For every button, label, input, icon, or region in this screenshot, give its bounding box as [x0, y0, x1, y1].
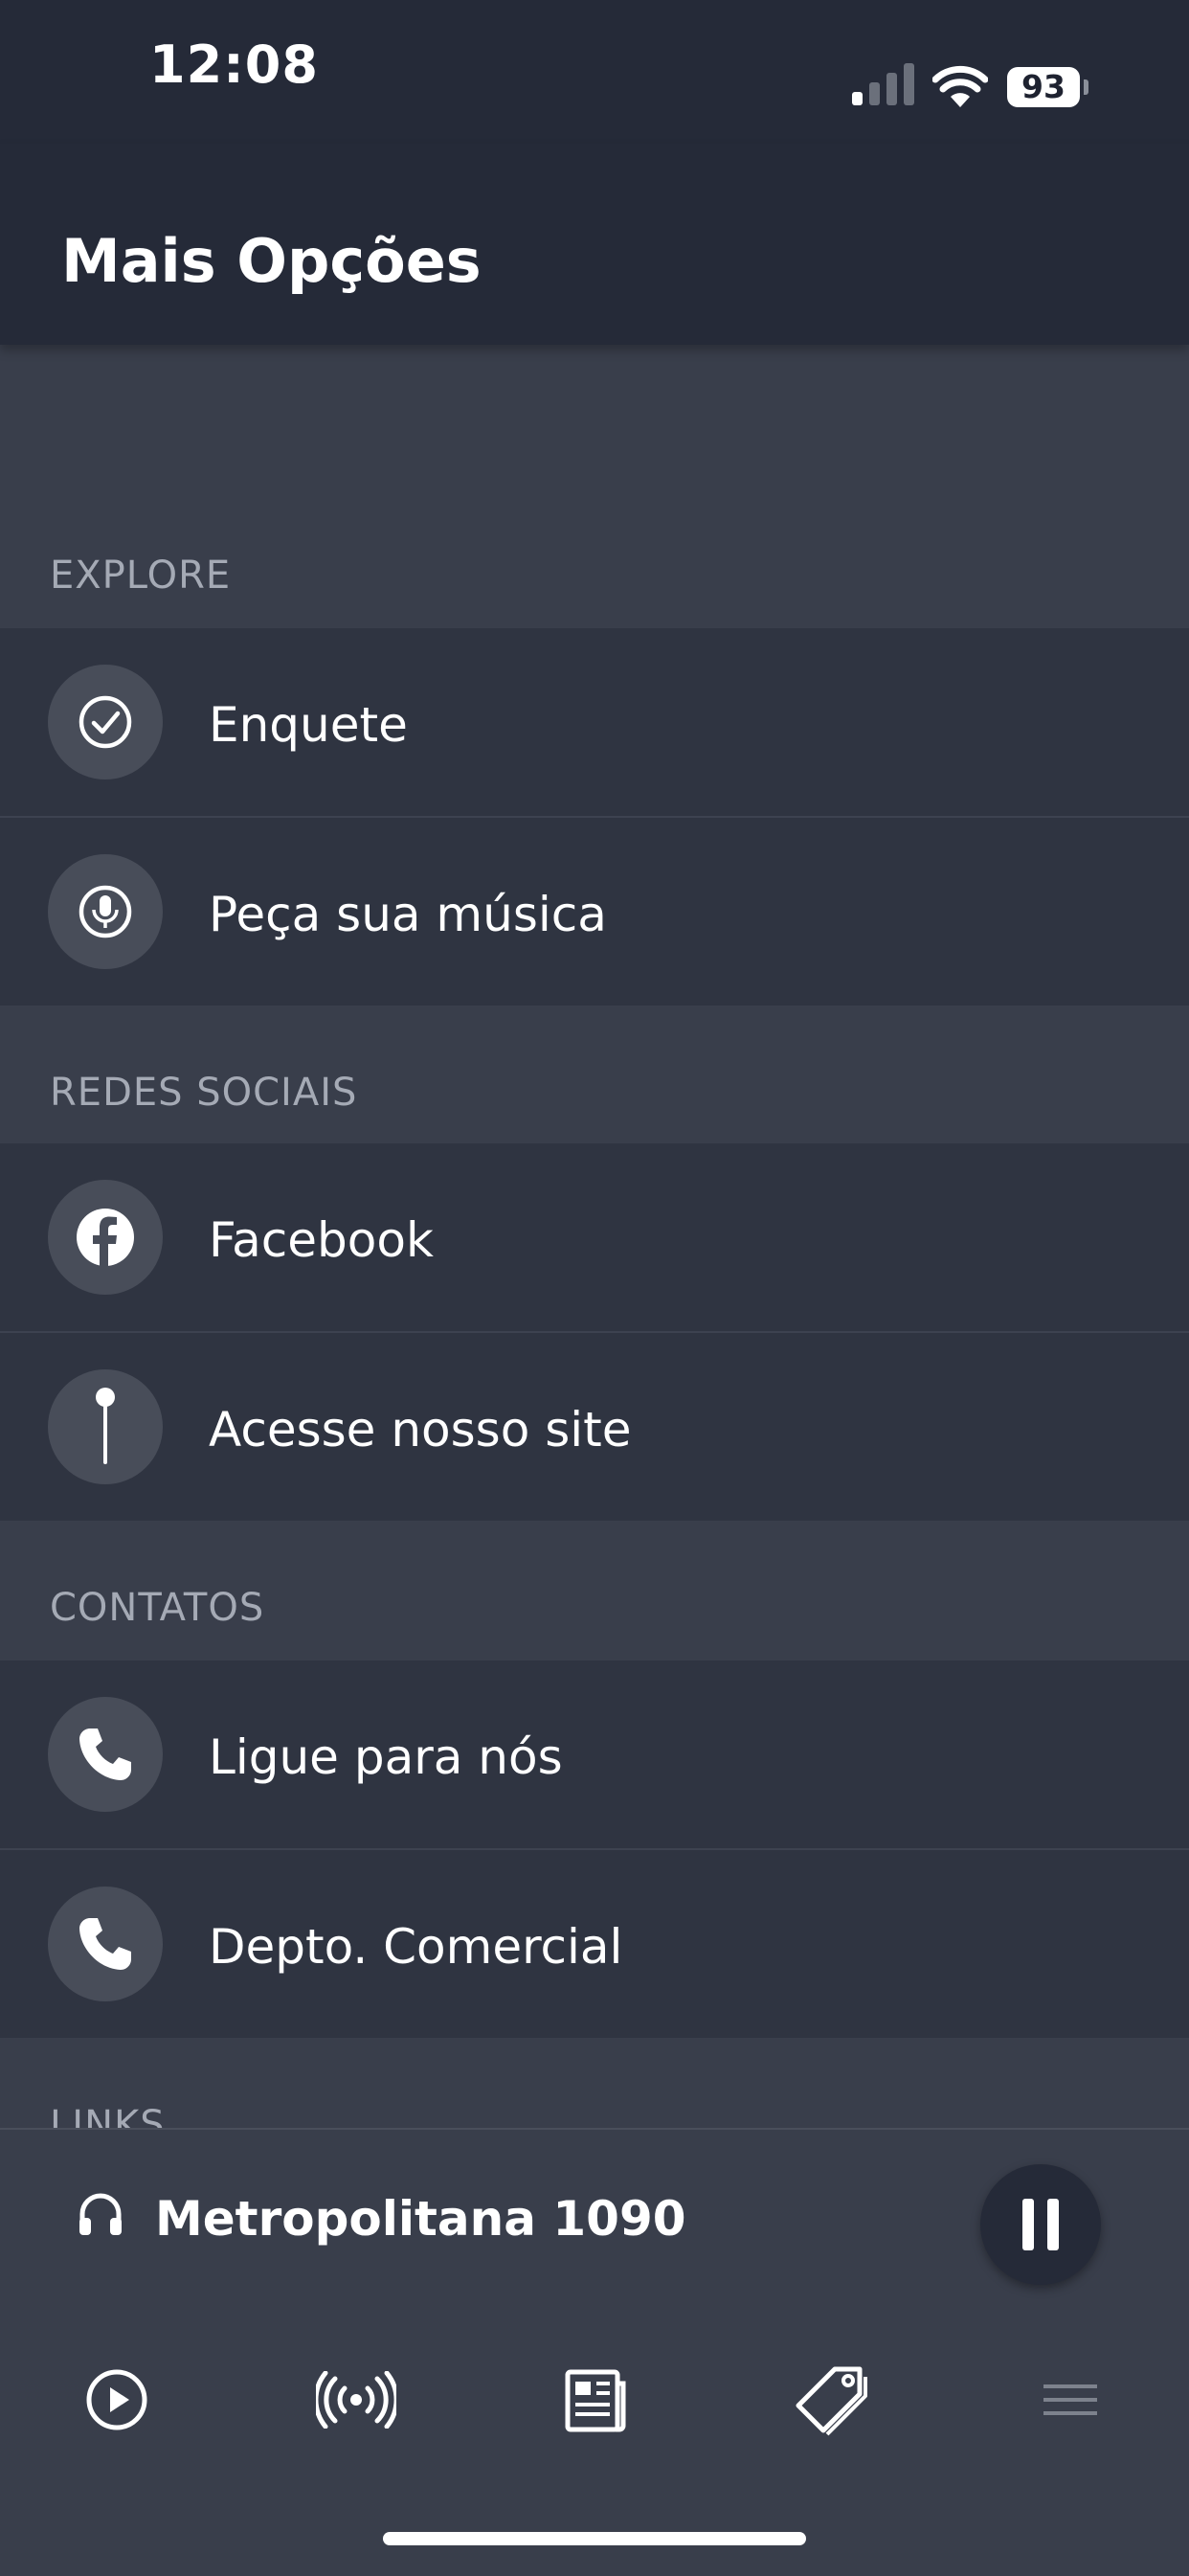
news-icon: [565, 2369, 626, 2432]
pause-icon: [1022, 2199, 1034, 2250]
check-circle-icon: [79, 695, 132, 749]
phone-icon: [79, 1918, 131, 1970]
battery-level: 93: [1007, 67, 1080, 107]
section-label-explore: EXPLORE: [50, 554, 232, 598]
menu-item-label: Peça sua música: [209, 887, 607, 942]
cellular-signal-icon: [852, 63, 914, 105]
tab-promotions[interactable]: [783, 2352, 879, 2448]
status-time: 12:08: [149, 34, 319, 95]
home-indicator[interactable]: [383, 2532, 806, 2545]
menu-item-label: Facebook: [209, 1212, 434, 1268]
page-title: Mais Opções: [61, 226, 482, 296]
menu-item-label: Ligue para nós: [209, 1729, 563, 1785]
broadcast-icon: [316, 2371, 396, 2429]
menu-item-facebook[interactable]: Facebook: [0, 1143, 1189, 1331]
mini-player[interactable]: Metropolitana 1090: [0, 2128, 1189, 2576]
menu-item-ligue-para-nos[interactable]: Ligue para nós: [0, 1661, 1189, 1848]
pause-button[interactable]: [980, 2164, 1101, 2285]
tab-radio[interactable]: [308, 2352, 404, 2448]
microphone-icon: [79, 885, 132, 938]
tag-icon: [796, 2366, 867, 2436]
menu-item-label: Acesse nosso site: [209, 1402, 632, 1457]
play-icon: [86, 2369, 147, 2430]
menu-item-acesse-nosso-site[interactable]: Acesse nosso site: [0, 1333, 1189, 1521]
tab-play[interactable]: [69, 2352, 165, 2448]
pin-icon: [96, 1388, 115, 1464]
facebook-icon: [77, 1209, 134, 1266]
section-label-redes-sociais: REDES SOCIAIS: [50, 1071, 358, 1115]
menu-item-peca-sua-musica[interactable]: Peça sua música: [0, 818, 1189, 1006]
menu-item-enquete[interactable]: Enquete: [0, 628, 1189, 816]
tab-more-menu[interactable]: [1022, 2352, 1118, 2448]
status-bar: 12:08 93: [0, 0, 1189, 144]
headphones-icon: [79, 2193, 122, 2235]
menu-item-label: Depto. Comercial: [209, 1919, 623, 1975]
phone-icon: [79, 1729, 131, 1780]
section-label-links: LINKS: [50, 2103, 166, 2128]
section-label-contatos: CONTATOS: [50, 1586, 265, 1630]
menu-item-depto-comercial[interactable]: Depto. Comercial: [0, 1850, 1189, 2038]
menu-icon: [1043, 2384, 1097, 2415]
wifi-icon: [932, 65, 988, 107]
battery-indicator: 93: [1007, 67, 1088, 107]
page-header: Mais Opções: [0, 144, 1189, 345]
menu-item-label: Enquete: [209, 697, 408, 753]
station-name: Metropolitana 1090: [155, 2191, 686, 2247]
tab-news[interactable]: [548, 2352, 643, 2448]
